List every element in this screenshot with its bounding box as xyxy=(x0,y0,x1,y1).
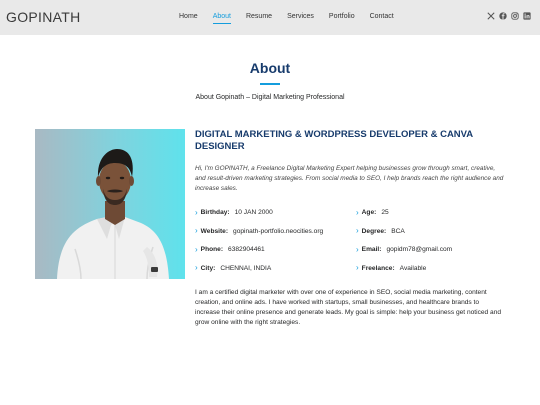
nav-item-home[interactable]: Home xyxy=(179,13,198,20)
info-value: BCA xyxy=(391,227,405,235)
role-heading: DIGITAL MARKETING & WORDPRESS DEVELOPER … xyxy=(195,129,473,152)
email-link[interactable]: gopidm78@gmail.com xyxy=(386,246,452,253)
site-logo[interactable]: GOPINATH xyxy=(6,9,80,25)
info-email: › Email: gopidm78@gmail.com xyxy=(356,244,452,254)
x-twitter-icon[interactable] xyxy=(487,12,495,20)
bio-paragraph: I am a certified digital marketer with o… xyxy=(195,289,502,326)
nav-item-about[interactable]: About xyxy=(212,13,232,24)
info-value: 25 xyxy=(381,209,389,216)
section-title: About xyxy=(249,60,291,76)
chevron-right-icon: › xyxy=(356,263,359,272)
instagram-icon[interactable] xyxy=(511,12,519,20)
chevron-right-icon: › xyxy=(356,226,359,235)
about-content: DIGITAL MARKETING & WORDPRESS DEVELOPER … xyxy=(195,129,505,194)
title-underline xyxy=(260,83,280,85)
section-subtitle: About Gopinath – Digital Marketing Profe… xyxy=(195,94,345,101)
info-label: City: xyxy=(200,264,216,272)
site-header: GOPINATH Home About Resume Services Port… xyxy=(0,0,540,35)
info-label: Email: xyxy=(361,246,382,253)
nav-item-portfolio[interactable]: Portfolio xyxy=(329,13,355,20)
info-label: Degree: xyxy=(361,227,387,235)
info-freelance: › Freelance: Available xyxy=(356,263,426,272)
info-value: CHENNAI, INDIA xyxy=(220,264,272,272)
nav-item-resume[interactable]: Resume xyxy=(246,13,272,20)
chevron-right-icon: › xyxy=(195,226,198,235)
info-value: 10 JAN 2000 xyxy=(234,209,273,216)
intro-text: Hi, I'm GOPINATH, a Freelance Digital Ma… xyxy=(195,165,504,192)
profile-photo xyxy=(35,129,185,279)
main-nav: Home About Resume Services Portfolio Con… xyxy=(179,13,409,24)
chevron-right-icon: › xyxy=(195,244,198,254)
info-birthday: › Birthday: 10 JAN 2000 xyxy=(195,207,273,217)
chevron-right-icon: › xyxy=(195,263,198,272)
nav-item-contact[interactable]: Contact xyxy=(370,13,394,20)
info-value: 6382904461 xyxy=(228,246,265,253)
chevron-right-icon: › xyxy=(356,207,359,217)
info-city: › City: CHENNAI, INDIA xyxy=(195,263,271,272)
info-degree: › Degree: BCA xyxy=(356,226,405,235)
info-label: Age: xyxy=(361,209,377,216)
info-label: Freelance: xyxy=(361,264,395,272)
nav-item-services[interactable]: Services xyxy=(287,13,314,20)
info-website: › Website: gopinath-portfolio.neocities.or… xyxy=(195,226,323,235)
info-label: Birthday: xyxy=(200,209,230,216)
info-label: Website: xyxy=(200,227,229,235)
info-phone: › Phone: 6382904461 xyxy=(195,244,265,254)
social-links xyxy=(487,12,531,20)
website-link[interactable]: gopinath-portfolio.neocities.org xyxy=(233,228,323,235)
chevron-right-icon: › xyxy=(195,207,198,217)
info-age: › Age: 25 xyxy=(356,207,389,217)
info-value: Available xyxy=(399,264,427,272)
facebook-icon[interactable] xyxy=(499,12,507,20)
info-label: Phone: xyxy=(200,246,224,253)
chevron-right-icon: › xyxy=(356,244,359,254)
linkedin-icon[interactable] xyxy=(523,12,531,20)
person-portrait-icon xyxy=(57,149,169,279)
